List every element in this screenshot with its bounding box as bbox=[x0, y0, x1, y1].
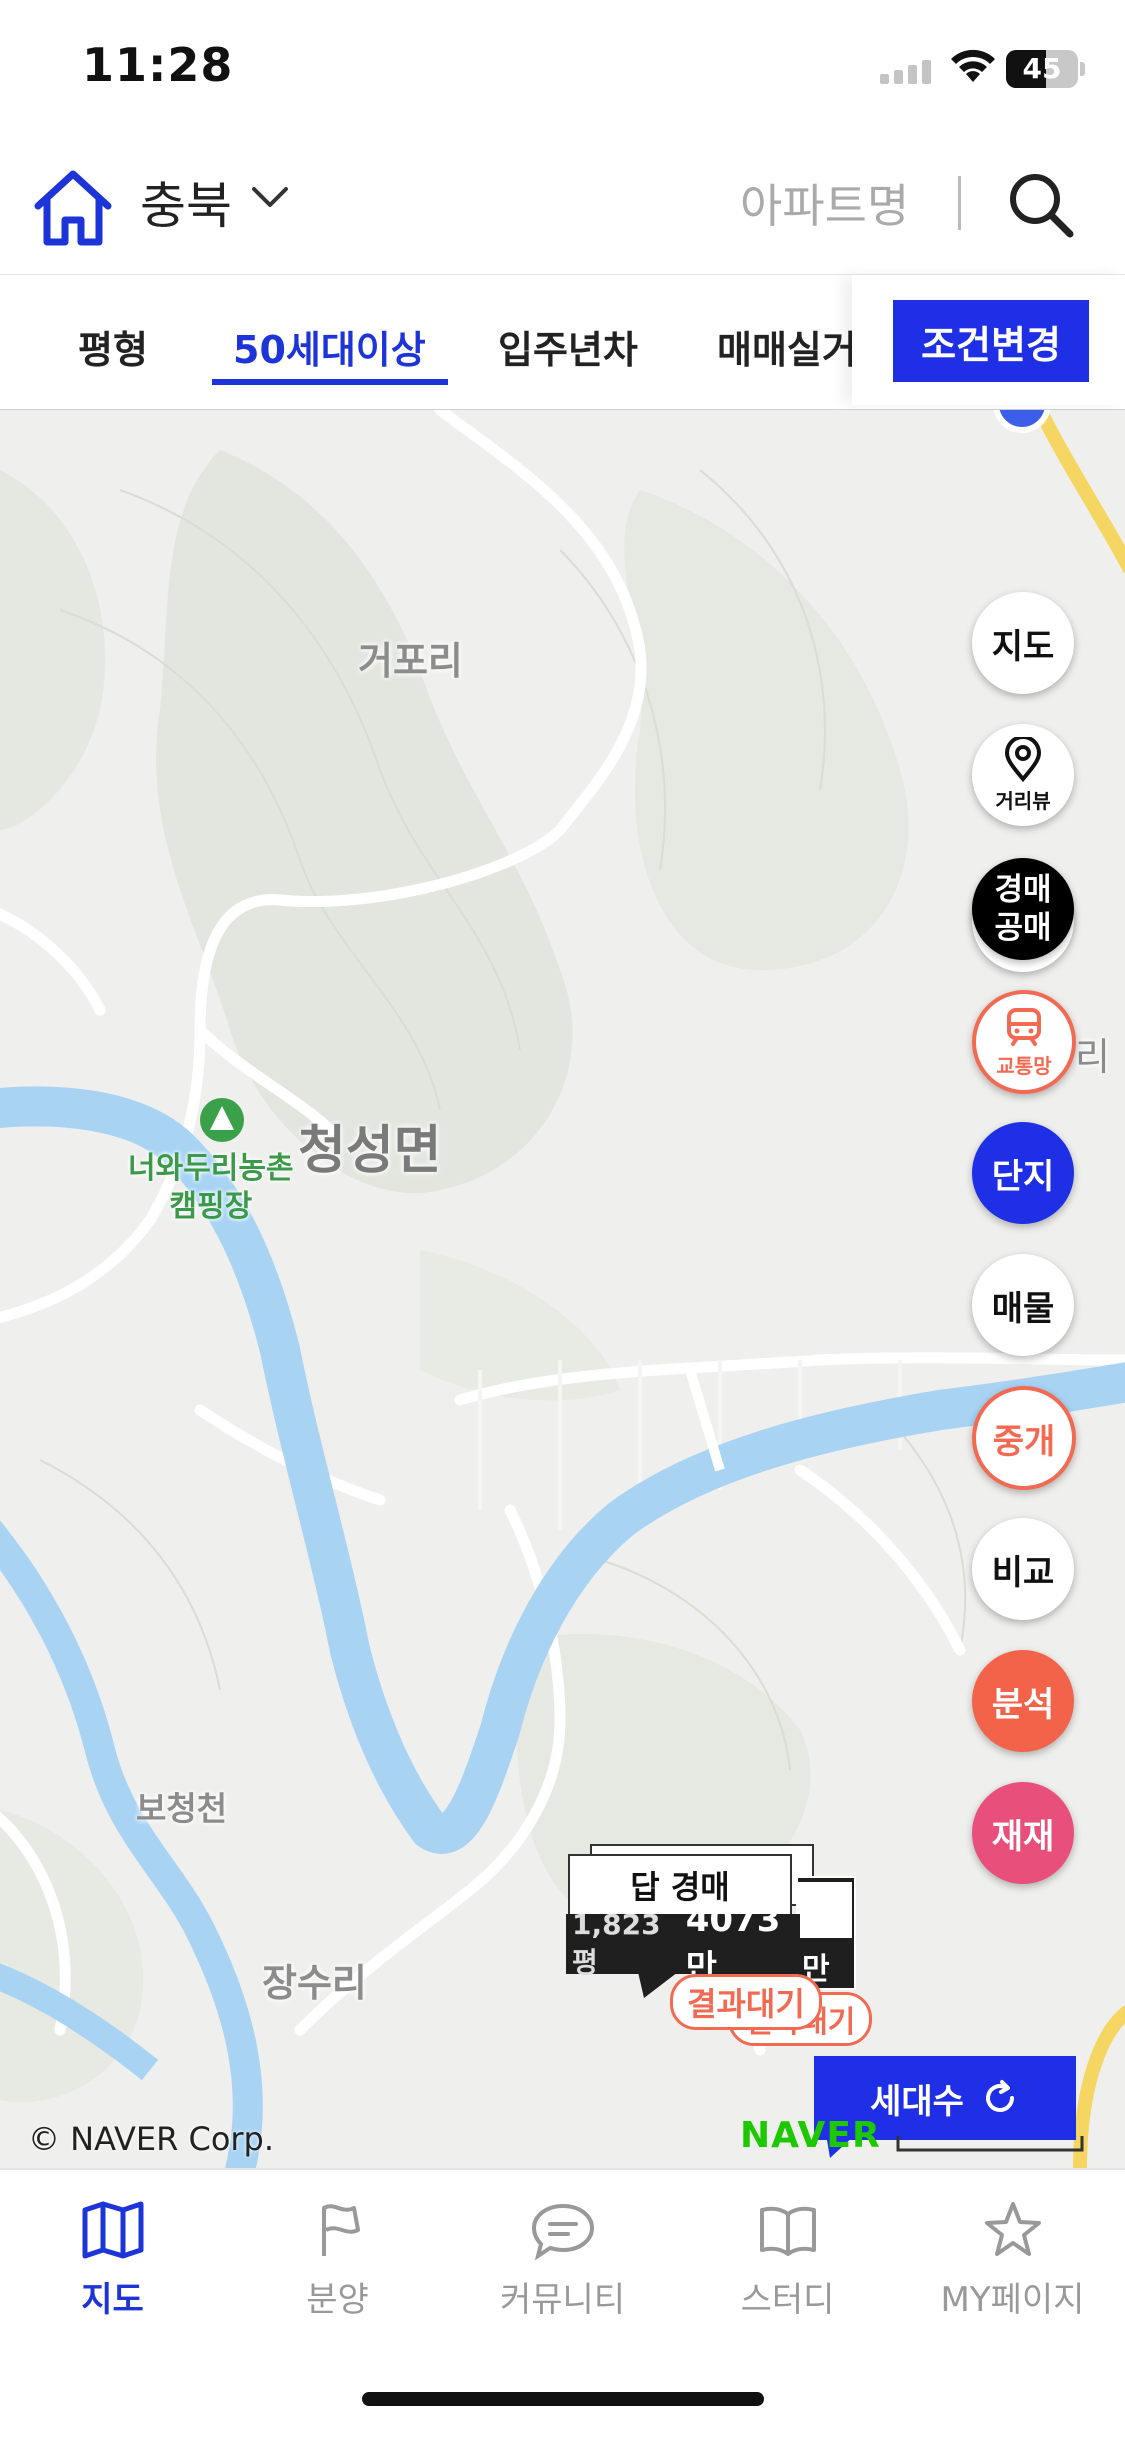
listing-label: 매물 bbox=[991, 1288, 1055, 1329]
compare-button[interactable]: 비교 bbox=[972, 1518, 1074, 1620]
compare-label: 비교 bbox=[991, 1552, 1055, 1593]
nav-label: MY페이지 bbox=[940, 2280, 1085, 2320]
nav-map[interactable]: 지도 bbox=[0, 2200, 225, 2321]
battery-icon: 45 bbox=[1006, 50, 1078, 88]
marker-status: 결과대기 bbox=[670, 1974, 822, 2030]
map-label-village: 장수리 bbox=[262, 1961, 367, 2005]
redevelopment-button[interactable]: 재재 bbox=[972, 1782, 1074, 1884]
chat-icon bbox=[531, 2203, 594, 2261]
map-label-village: 거포리 bbox=[358, 639, 463, 683]
tab-move-in-year[interactable]: 입주년차 bbox=[498, 319, 638, 374]
map-label-partial: 리 bbox=[1075, 1035, 1110, 1079]
broker-label: 중개 bbox=[992, 1421, 1056, 1462]
train-icon bbox=[1007, 1007, 1041, 1046]
analysis-button[interactable]: 분석 bbox=[972, 1650, 1074, 1752]
marker-area: 1,823평 bbox=[572, 1907, 661, 1979]
apartment-search-input[interactable]: 아파트명 bbox=[740, 170, 909, 236]
map-type-label: 지도 bbox=[991, 626, 1055, 667]
naver-logo: NAVER bbox=[740, 2115, 881, 2156]
analysis-label: 분석 bbox=[991, 1684, 1055, 1725]
status-bar: 11:28 45 bbox=[0, 0, 1125, 140]
chevron-down-icon[interactable] bbox=[250, 184, 290, 210]
wifi-icon bbox=[951, 49, 995, 82]
transit-label: 교통망 bbox=[996, 1053, 1052, 1078]
cellular-signal-icon bbox=[880, 60, 931, 84]
nav-mypage[interactable]: MY페이지 bbox=[900, 2200, 1125, 2321]
change-conditions-button[interactable]: 조건변경 bbox=[893, 300, 1089, 382]
status-time: 11:28 bbox=[82, 38, 234, 92]
filter-tabs: 평형 50세대이상 입주년차 매매실거 조건변경 bbox=[0, 275, 1125, 411]
map-label-camping[interactable]: 너와두리농촌 캠핑장 bbox=[128, 1150, 294, 1226]
complex-button[interactable]: 단지 bbox=[972, 1122, 1074, 1224]
map-label-district: 청성면 bbox=[298, 1121, 442, 1181]
nav-study[interactable]: 스터디 bbox=[675, 2200, 900, 2321]
book-icon bbox=[759, 2206, 816, 2256]
star-icon bbox=[984, 2202, 1041, 2256]
tab-sale-price[interactable]: 매매실거 bbox=[717, 319, 857, 374]
map-terrain bbox=[0, 410, 1125, 2168]
home-indicator bbox=[362, 2392, 764, 2406]
street-view-button[interactable]: 거리뷰 bbox=[972, 724, 1074, 826]
nav-label: 스터디 bbox=[740, 2280, 835, 2320]
header-divider bbox=[958, 176, 961, 230]
map-type-button[interactable]: 지도 bbox=[972, 592, 1074, 694]
map-view[interactable]: 거포리 청성면 너와두리농촌 캠핑장 보청천 장수리 리 지도 거리뷰 경매 공… bbox=[0, 410, 1125, 2168]
region-selector[interactable]: 충북 bbox=[140, 166, 232, 238]
camping-icon[interactable] bbox=[198, 1096, 246, 1144]
map-icon bbox=[82, 2201, 143, 2259]
auction-marker[interactable]: 답 경매 1,823평 4073만 결과대기 bbox=[566, 1854, 866, 2054]
map-copyright: © NAVER Corp. bbox=[28, 2120, 275, 2158]
map-scale-bar bbox=[896, 2136, 1084, 2152]
tab-size[interactable]: 평형 bbox=[78, 319, 148, 374]
nav-presale[interactable]: 분양 bbox=[225, 2200, 450, 2321]
home-icon[interactable] bbox=[30, 164, 116, 250]
nav-community[interactable]: 커뮤니티 bbox=[450, 2200, 675, 2321]
redevelopment-label: 재재 bbox=[991, 1816, 1055, 1857]
flag-icon bbox=[321, 2204, 360, 2256]
nav-label: 지도 bbox=[81, 2280, 144, 2320]
listing-button[interactable]: 매물 bbox=[972, 1254, 1074, 1356]
search-icon[interactable] bbox=[1006, 170, 1076, 240]
tab-50-units[interactable]: 50세대이상 bbox=[233, 319, 426, 374]
complex-label: 단지 bbox=[991, 1156, 1055, 1197]
broker-button[interactable]: 중개 bbox=[972, 1386, 1076, 1490]
app-header: 충북 아파트명 bbox=[0, 140, 1125, 275]
nav-label: 분양 bbox=[306, 2280, 369, 2320]
transit-button[interactable]: 교통망 bbox=[972, 990, 1076, 1094]
refresh-icon bbox=[985, 2080, 1014, 2112]
battery-level: 45 bbox=[1022, 52, 1062, 85]
household-count-label: 세대수 bbox=[870, 2081, 964, 2122]
active-tab-indicator bbox=[212, 379, 448, 385]
auction-button[interactable]: 경매 공매 bbox=[972, 858, 1074, 960]
nav-label: 커뮤니티 bbox=[499, 2280, 626, 2320]
location-pin-icon bbox=[1004, 736, 1042, 782]
map-label-stream: 보청천 bbox=[136, 1789, 228, 1828]
street-view-label: 거리뷰 bbox=[995, 788, 1051, 813]
